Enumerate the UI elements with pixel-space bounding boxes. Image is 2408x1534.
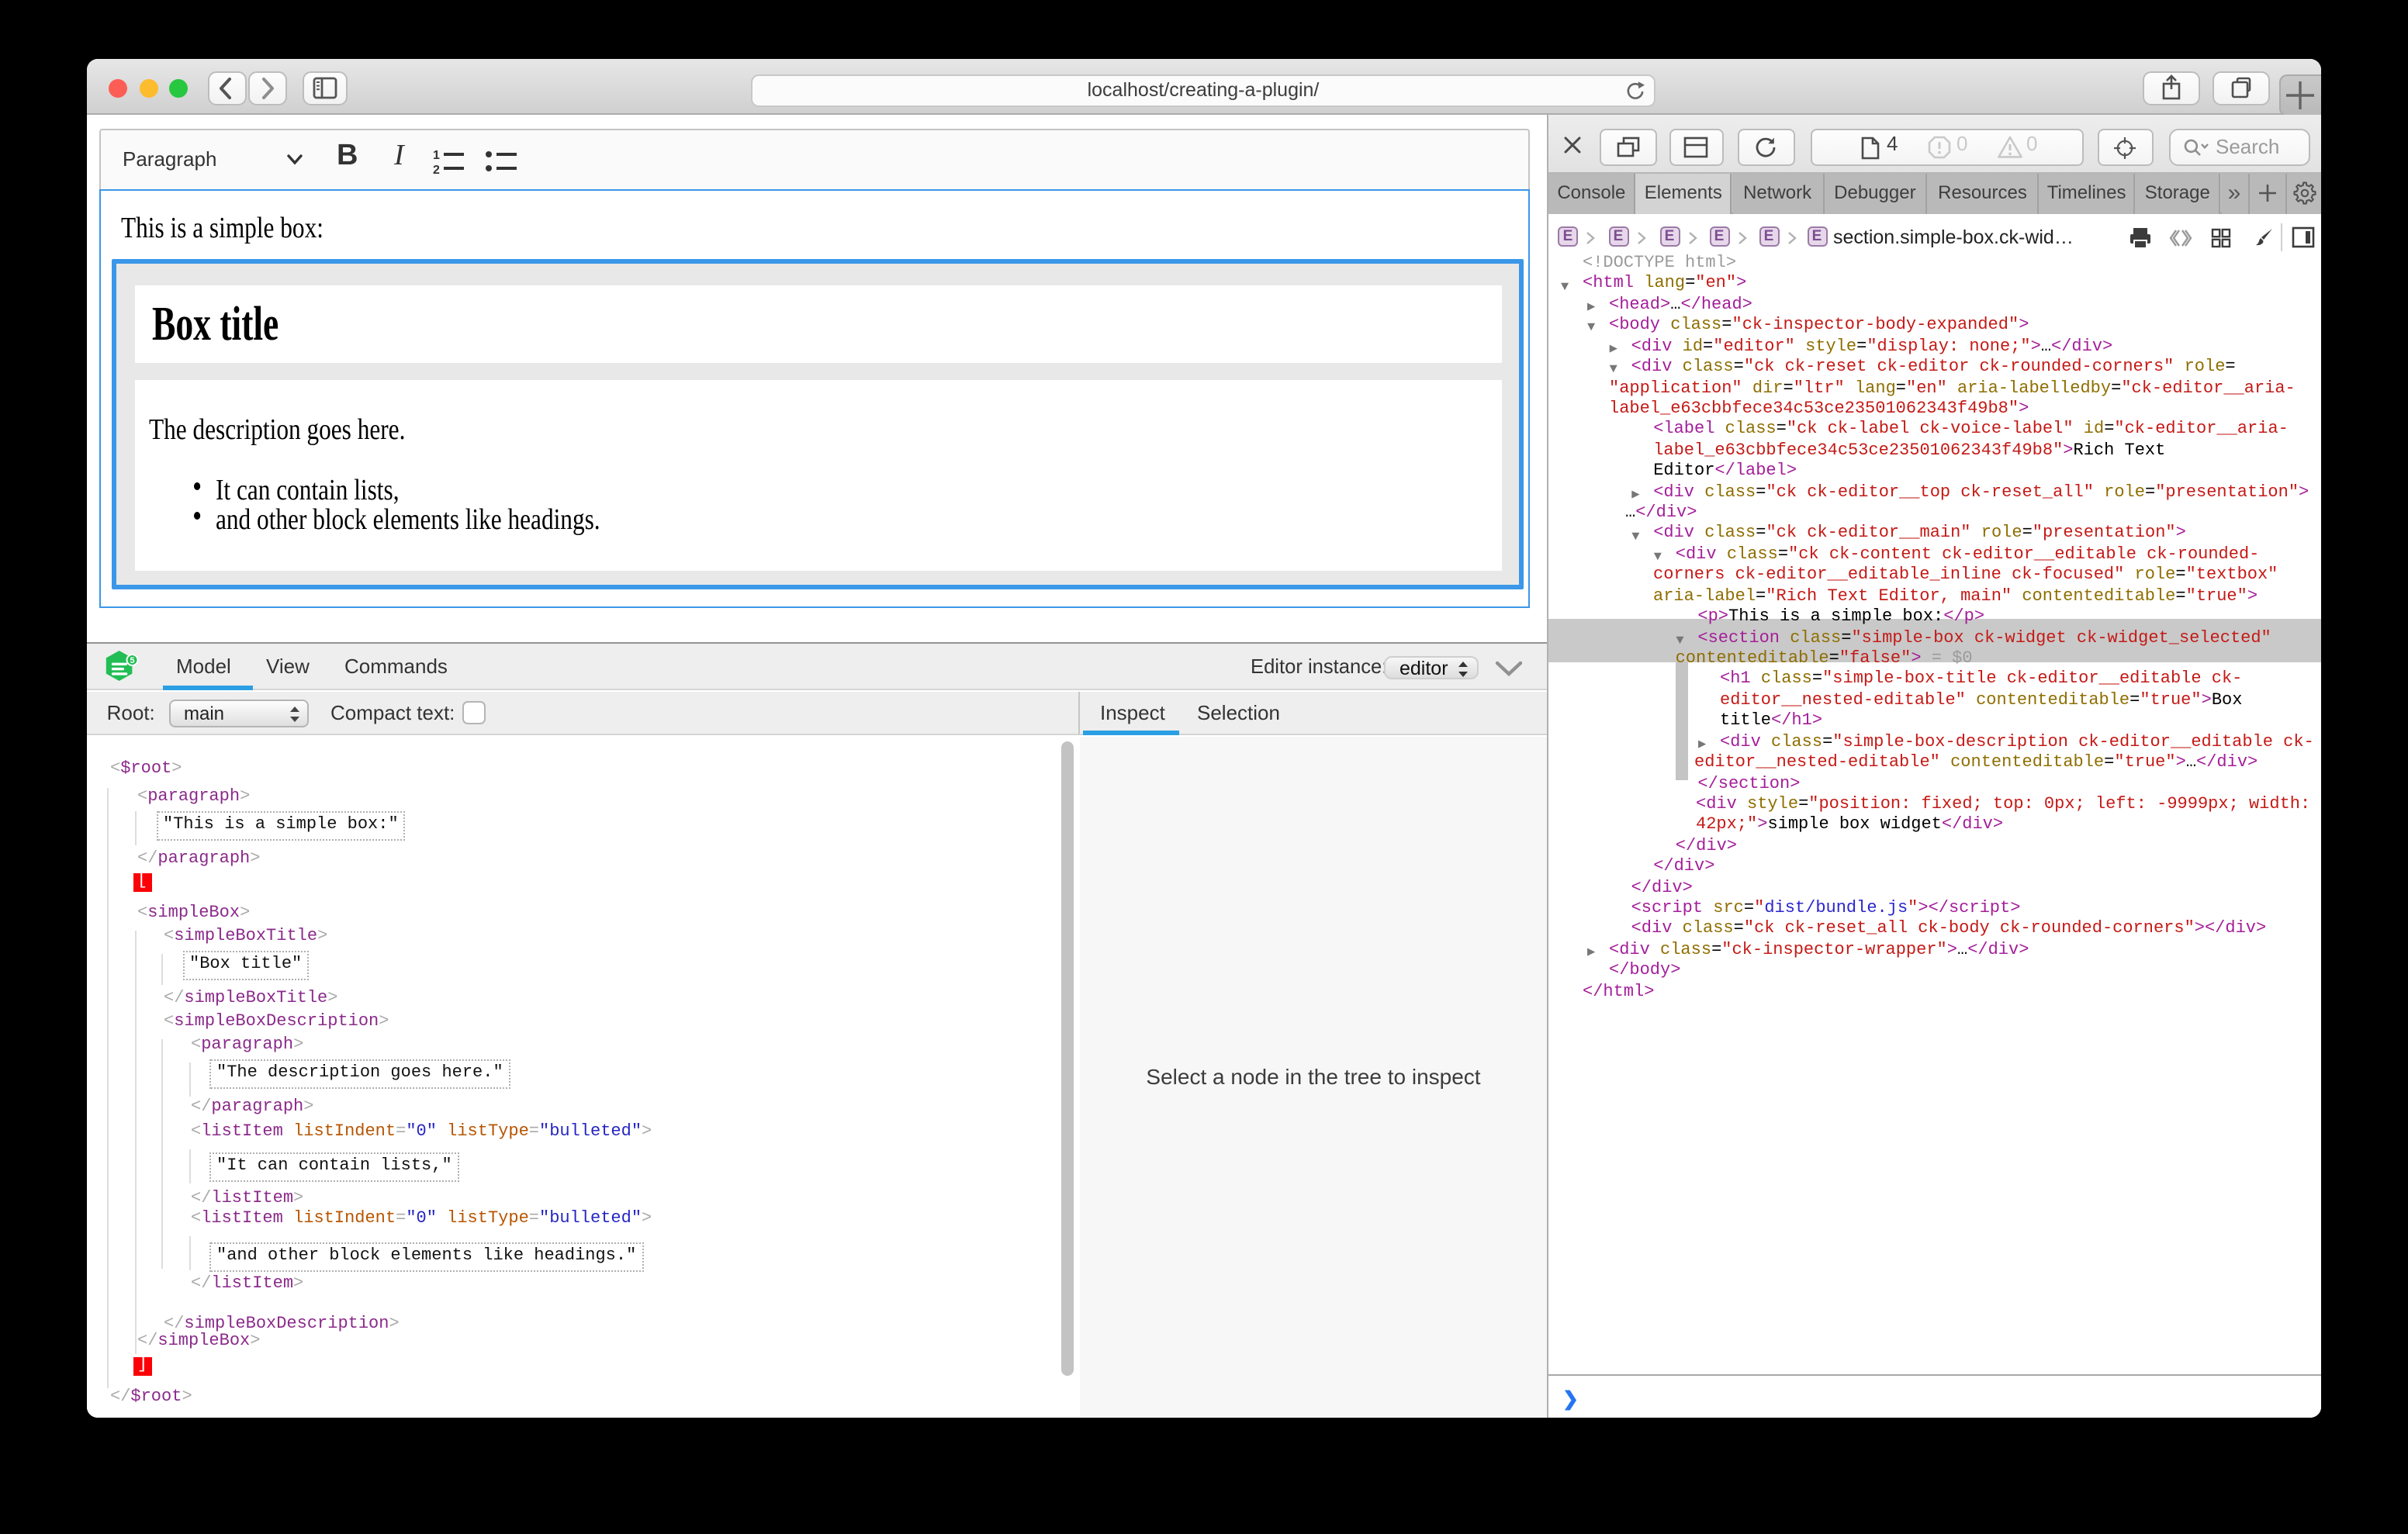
svg-text:5: 5 (130, 656, 134, 665)
svg-text:1: 1 (433, 148, 440, 161)
svg-text:2: 2 (433, 163, 440, 174)
